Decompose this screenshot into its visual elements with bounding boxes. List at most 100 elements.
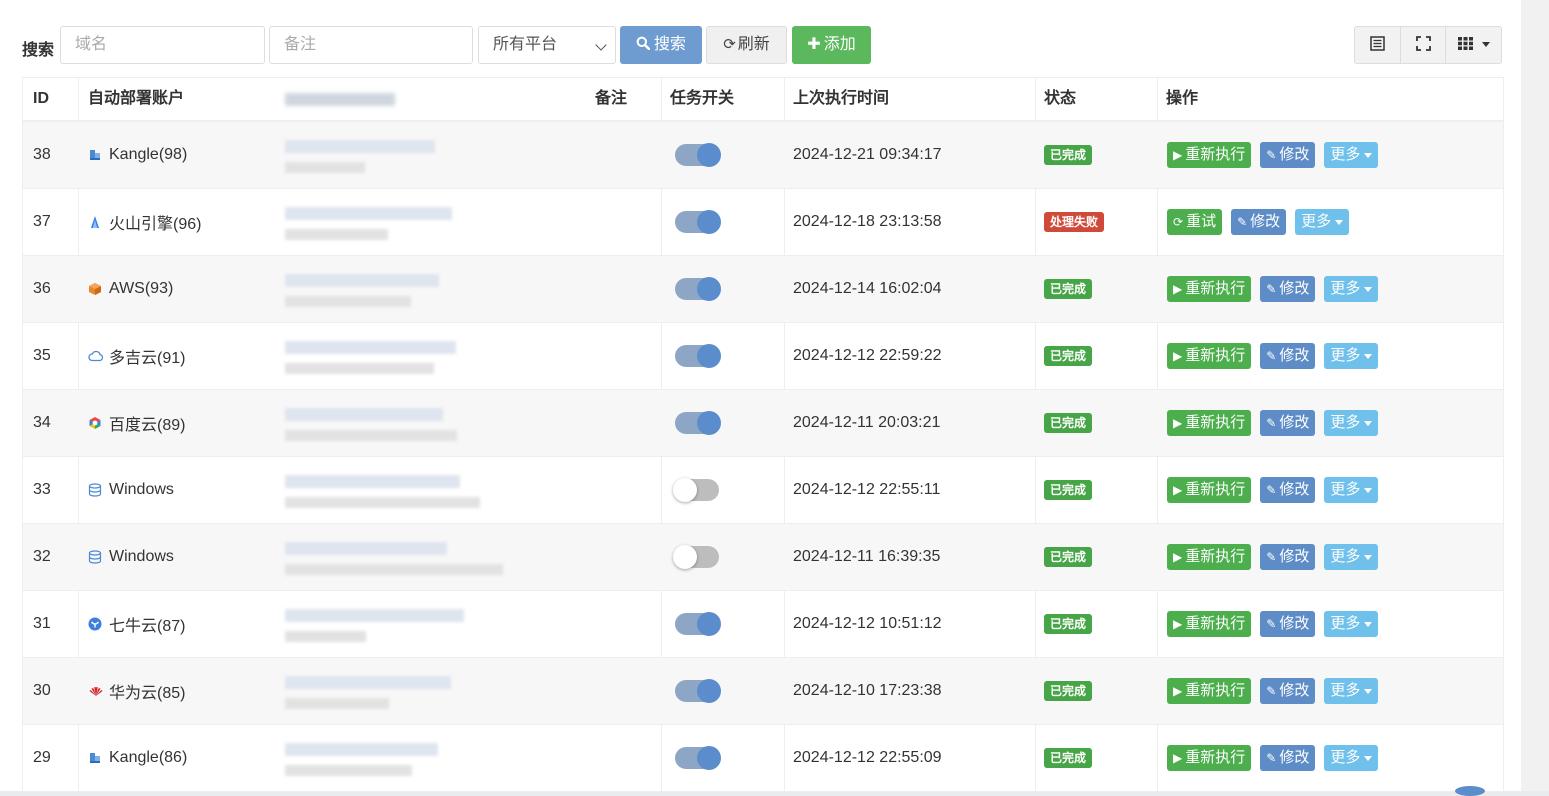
edit-button[interactable]: ✎ 修改	[1260, 410, 1316, 436]
edit-button[interactable]: ✎ 修改	[1231, 209, 1287, 235]
more-dropdown-button[interactable]: 更多	[1324, 477, 1379, 503]
cell-status: 已完成	[1044, 256, 1093, 322]
rerun-button[interactable]: ▶ 重新执行	[1167, 142, 1252, 168]
edit-button[interactable]: ✎ 修改	[1260, 343, 1316, 369]
task-toggle[interactable]	[675, 746, 721, 770]
edit-label: 修改	[1279, 347, 1310, 364]
retry-button[interactable]: ⟳ 重试	[1167, 209, 1223, 235]
task-toggle[interactable]	[673, 478, 719, 502]
page-scrollbar[interactable]	[1521, 0, 1549, 791]
edit-button[interactable]: ✎ 修改	[1260, 544, 1316, 570]
rerun-button[interactable]: ▶ 重新执行	[1167, 276, 1252, 302]
status-badge: 处理失败	[1044, 212, 1105, 232]
task-toggle[interactable]	[673, 545, 719, 569]
action1-label: 重新执行	[1185, 347, 1246, 364]
task-toggle[interactable]	[675, 344, 721, 368]
rerun-button[interactable]: ▶ 重新执行	[1167, 410, 1252, 436]
more-dropdown-button[interactable]: 更多	[1324, 410, 1379, 436]
play-circle-icon: ▶	[1173, 148, 1183, 162]
remark-search-input[interactable]	[269, 26, 473, 64]
task-toggle[interactable]	[675, 679, 721, 703]
edit-button[interactable]: ✎ 修改	[1260, 745, 1316, 771]
edit-icon: ✎	[1266, 617, 1277, 631]
account-name: Windows	[109, 548, 174, 565]
caret-down-icon	[1364, 286, 1373, 292]
th-last-run[interactable]: 上次执行时间	[793, 78, 889, 120]
th-task-switch[interactable]: 任务开关	[670, 78, 734, 120]
cell-id: 29	[33, 749, 51, 766]
task-toggle[interactable]	[675, 143, 721, 167]
cell-last-run: 2024-12-12 22:59:22	[793, 347, 942, 364]
cell-id: 31	[33, 615, 51, 632]
table-body: 38 Kangle(98) 2024-12-21 09:34:17 已完成 ▶ 重…	[23, 122, 1503, 792]
more-dropdown-button[interactable]: 更多	[1324, 544, 1379, 570]
toggle-view-button[interactable]	[1355, 27, 1399, 63]
th-status[interactable]: 状态	[1044, 78, 1076, 120]
task-switch-cell	[675, 323, 721, 389]
task-toggle[interactable]	[675, 277, 721, 301]
edit-button[interactable]: ✎ 修改	[1260, 611, 1316, 637]
more-label: 更多	[1301, 213, 1332, 230]
status-badge: 已完成	[1044, 145, 1093, 165]
more-dropdown-button[interactable]: 更多	[1324, 745, 1379, 771]
play-circle-icon: ▶	[1173, 751, 1183, 765]
table-row: 36 AWS(93) 2024-12-14 16:02:04 已完成 ▶ 重新执行…	[23, 256, 1503, 323]
edit-button[interactable]: ✎ 修改	[1260, 477, 1316, 503]
rerun-button[interactable]: ▶ 重新执行	[1167, 544, 1252, 570]
cell-status: 已完成	[1044, 725, 1093, 791]
task-switch-cell	[675, 256, 721, 322]
edit-icon: ✎	[1266, 416, 1277, 430]
columns-button[interactable]	[1445, 27, 1502, 63]
refresh-button[interactable]: ⟳ 刷新	[706, 26, 787, 64]
more-dropdown-button[interactable]: 更多	[1324, 276, 1379, 302]
rerun-button[interactable]: ▶ 重新执行	[1167, 343, 1252, 369]
th-account[interactable]: 自动部署账户	[88, 78, 184, 120]
rerun-button[interactable]: ▶ 重新执行	[1167, 745, 1252, 771]
task-toggle[interactable]	[675, 612, 721, 636]
table-tools-group	[1354, 26, 1502, 64]
more-label: 更多	[1330, 749, 1361, 766]
edit-label: 修改	[1279, 682, 1310, 699]
edit-label: 修改	[1279, 548, 1310, 565]
more-dropdown-button[interactable]: 更多	[1295, 209, 1350, 235]
th-id[interactable]: ID	[33, 78, 49, 120]
task-switch-cell	[675, 658, 721, 724]
cell-account: Kangle(86)	[88, 725, 187, 791]
search-button[interactable]: 搜索	[620, 26, 702, 64]
cell-status: 已完成	[1044, 591, 1093, 657]
more-dropdown-button[interactable]: 更多	[1324, 343, 1379, 369]
rerun-button[interactable]: ▶ 重新执行	[1167, 611, 1252, 637]
add-button[interactable]: ✚ 添加	[792, 26, 871, 64]
cell-account: Kangle(98)	[88, 122, 187, 188]
domain-search-input[interactable]	[60, 26, 265, 64]
search-button-label: 搜索	[653, 36, 686, 53]
cell-account: 华为云(85)	[88, 658, 185, 724]
rerun-button[interactable]: ▶ 重新执行	[1167, 477, 1252, 503]
task-toggle[interactable]	[675, 411, 721, 435]
task-toggle[interactable]	[675, 210, 721, 234]
edit-button[interactable]: ✎ 修改	[1260, 142, 1316, 168]
action1-label: 重新执行	[1185, 280, 1246, 297]
grid-icon	[1458, 37, 1474, 50]
fullscreen-button[interactable]	[1400, 27, 1445, 63]
more-dropdown-button[interactable]: 更多	[1324, 142, 1379, 168]
cloud-icon	[88, 349, 104, 363]
refresh-icon: ⟳	[1173, 215, 1184, 229]
rerun-button[interactable]: ▶ 重新执行	[1167, 678, 1252, 704]
cell-status: 已完成	[1044, 390, 1093, 456]
more-dropdown-button[interactable]: 更多	[1324, 678, 1379, 704]
platform-select[interactable]: 所有平台	[478, 26, 616, 64]
th-remark[interactable]: 备注	[595, 78, 627, 120]
edit-button[interactable]: ✎ 修改	[1260, 678, 1316, 704]
edit-button[interactable]: ✎ 修改	[1260, 276, 1316, 302]
task-switch-cell	[673, 457, 719, 523]
task-switch-cell	[675, 122, 721, 188]
cell-last-run: 2024-12-11 16:39:35	[793, 548, 941, 565]
edit-label: 修改	[1279, 414, 1310, 431]
add-button-label: 添加	[823, 36, 856, 53]
edit-icon: ✎	[1237, 215, 1248, 229]
cell-last-run: 2024-12-12 22:55:09	[793, 749, 942, 766]
more-dropdown-button[interactable]: 更多	[1324, 611, 1379, 637]
cell-actions: ▶ 重新执行 ✎ 修改 更多	[1167, 457, 1379, 523]
edit-icon: ✎	[1266, 148, 1277, 162]
